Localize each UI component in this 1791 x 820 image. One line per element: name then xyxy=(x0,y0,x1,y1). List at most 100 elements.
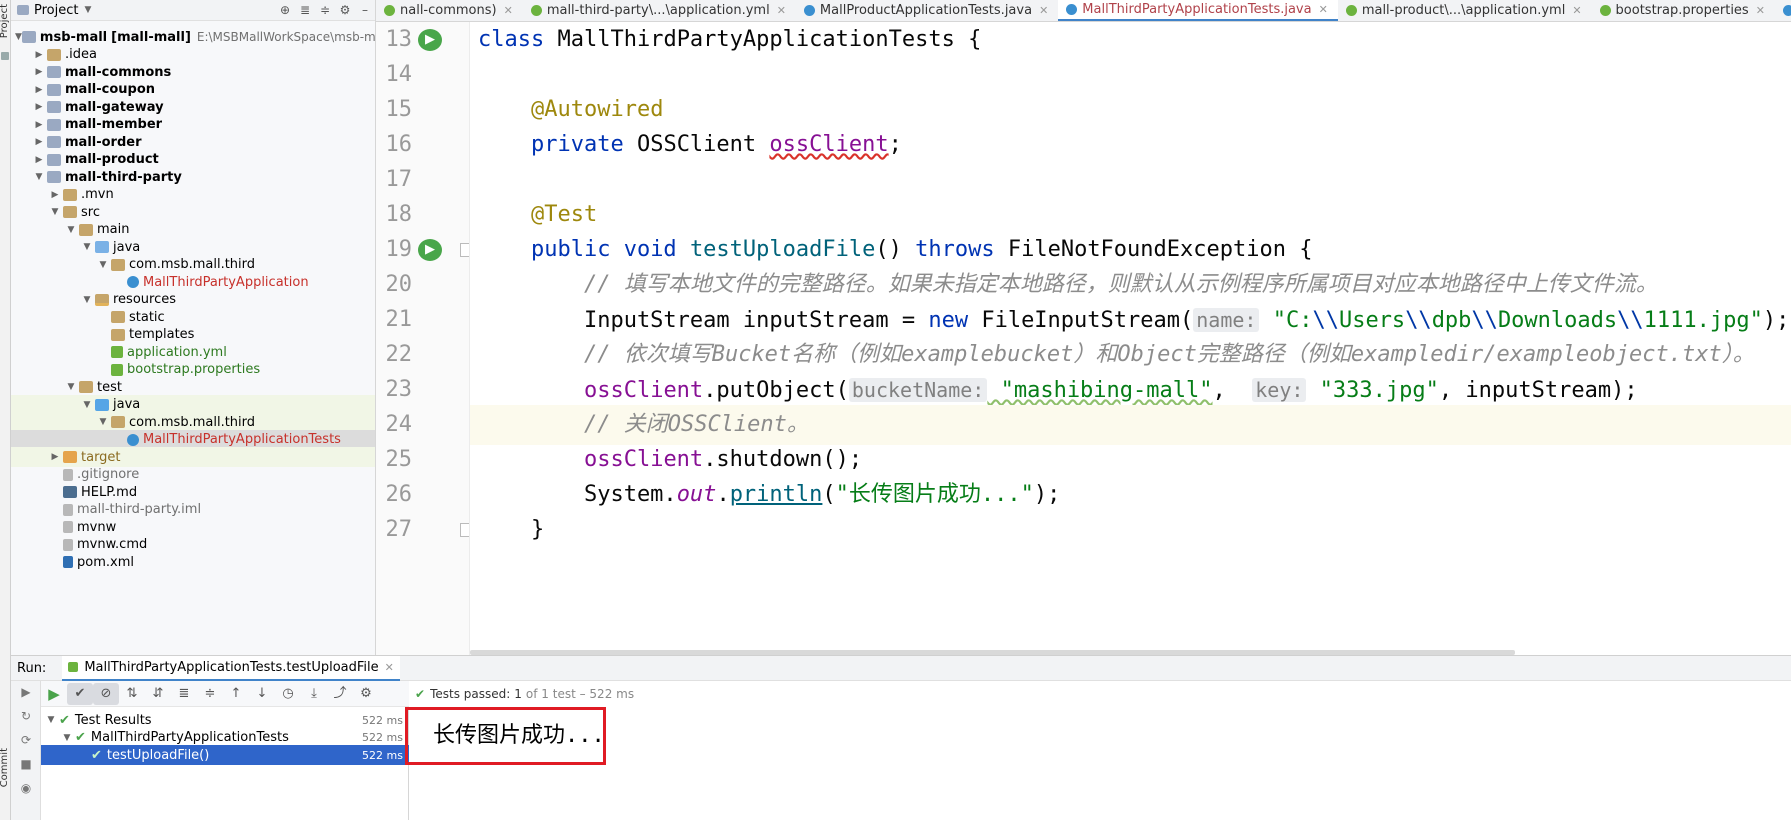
code-line[interactable]: System.out.println("长传图片成功..."); xyxy=(470,475,1791,515)
editor-tab[interactable]: bootstrap.properties ✕ xyxy=(1592,0,1775,21)
code-line[interactable]: InputStream inputStream = new FileInputS… xyxy=(470,300,1791,340)
minimize-icon[interactable]: – xyxy=(355,3,375,17)
run-config-tab[interactable]: MallThirdPartyApplicationTests.testUploa… xyxy=(62,655,400,681)
editor-tab[interactable]: MallThirdPartyApplicati xyxy=(1775,0,1791,21)
code-line[interactable]: @Autowired xyxy=(470,90,1791,130)
toggle-auto-test-icon[interactable]: ⟳ xyxy=(19,733,33,747)
chevron-down-icon[interactable]: ▼ xyxy=(59,733,75,743)
import-icon[interactable]: ⤓ xyxy=(301,683,327,705)
gear-icon[interactable]: ⚙ xyxy=(335,3,355,17)
collapse-all-icon[interactable]: ≑ xyxy=(197,683,223,705)
chevron-down-icon[interactable]: ▼ xyxy=(79,295,95,305)
editor-tab-label: bootstrap.properties xyxy=(1615,3,1749,18)
show-ignored-icon[interactable]: ⊘ xyxy=(93,682,119,705)
collapse-all-icon[interactable]: ≑ xyxy=(315,3,335,17)
code-token: // 填写本地文件的完整路径。如果未指定本地路径，则默认从示例程序所属项目对应本… xyxy=(583,272,1658,297)
code-line[interactable]: } xyxy=(470,510,1791,550)
check-icon: ✔ xyxy=(415,687,426,701)
code-line[interactable] xyxy=(470,55,1791,95)
commit-tool-tab[interactable]: Commit xyxy=(0,748,10,787)
editor-tab[interactable]: mall-third-party\...\application.yml ✕ xyxy=(523,0,796,21)
chevron-down-icon[interactable]: ▼ xyxy=(84,5,91,15)
chevron-down-icon[interactable]: ▼ xyxy=(95,417,111,427)
chevron-down-icon[interactable]: ▼ xyxy=(43,715,59,725)
chevron-down-icon[interactable]: ▼ xyxy=(31,172,47,182)
sort-duration-icon[interactable]: ⇵ xyxy=(145,683,171,705)
chevron-down-icon[interactable]: ▼ xyxy=(79,242,95,252)
chevron-down-icon[interactable]: ▼ xyxy=(95,260,111,270)
close-icon[interactable]: ✕ xyxy=(1039,4,1048,17)
locate-file-icon[interactable]: ⊕ xyxy=(275,3,295,17)
history-icon[interactable]: ◷ xyxy=(275,683,301,705)
run-test-gutter-icon[interactable]: ▶ xyxy=(418,29,442,51)
stop-icon[interactable]: ■ xyxy=(19,757,33,771)
console-output-pane[interactable]: 长传图片成功... xyxy=(409,707,1791,820)
close-icon[interactable]: ✕ xyxy=(1756,4,1765,17)
chevron-right-icon[interactable]: ▶ xyxy=(31,67,47,77)
chevron-right-icon[interactable]: ▶ xyxy=(31,120,47,130)
editor-tab[interactable]: mall-product\...\application.yml ✕ xyxy=(1338,0,1592,21)
gear-icon[interactable]: ⚙ xyxy=(353,683,379,705)
code-line[interactable]: // 填写本地文件的完整路径。如果未指定本地路径，则默认从示例程序所属项目对应本… xyxy=(470,265,1791,305)
chevron-right-icon[interactable]: ▶ xyxy=(31,102,47,112)
project-tool-tab[interactable]: Project xyxy=(0,4,10,38)
code-line[interactable]: // 依次填写Bucket名称（例如examplebucket）和Object完… xyxy=(470,335,1791,375)
chevron-right-icon[interactable]: ▶ xyxy=(47,190,63,200)
close-icon[interactable]: ✕ xyxy=(385,661,394,674)
fold-marker-icon[interactable] xyxy=(460,523,469,537)
run-icon[interactable]: ▶ xyxy=(41,683,67,705)
tree-item-label: mvnw xyxy=(77,519,117,535)
camera-icon[interactable]: ◉ xyxy=(19,781,33,795)
chevron-right-icon[interactable]: ▶ xyxy=(31,85,47,95)
structure-tool-icon[interactable] xyxy=(1,52,9,60)
chevron-down-icon[interactable]: ▼ xyxy=(15,32,22,42)
sort-alpha-icon[interactable]: ⇅ xyxy=(119,683,145,705)
next-icon[interactable]: ↓ xyxy=(249,683,275,705)
chevron-down-icon[interactable]: ▼ xyxy=(63,225,79,235)
code-line[interactable]: @Test xyxy=(470,195,1791,235)
line-number: 18 xyxy=(385,202,413,227)
expand-all-icon[interactable]: ≣ xyxy=(295,3,315,17)
cls-icon xyxy=(127,433,139,446)
code-line[interactable]: public void testUploadFile() throws File… xyxy=(470,230,1791,270)
chevron-down-icon[interactable]: ▼ xyxy=(47,207,63,217)
run-test-gutter-icon[interactable]: ▶ xyxy=(418,239,442,261)
folder-icon xyxy=(111,311,125,323)
show-passed-icon[interactable]: ✔ xyxy=(67,682,93,705)
fold-marker-icon[interactable] xyxy=(460,243,469,257)
rerun-failed-icon[interactable]: ↻ xyxy=(19,709,33,723)
code-line[interactable]: // 关闭OSSClient。 xyxy=(470,405,1791,445)
editor-tab[interactable]: MallThirdPartyApplicationTests.java ✕ xyxy=(1058,0,1338,21)
code-token: println xyxy=(729,482,823,507)
code-editor[interactable]: class MallThirdPartyApplicationTests { @… xyxy=(470,22,1791,655)
project-view-selector[interactable]: Project xyxy=(34,3,78,18)
code-line[interactable]: private OSSClient ossClient; xyxy=(470,125,1791,165)
chevron-down-icon[interactable]: ▼ xyxy=(63,382,79,392)
code-line[interactable]: ossClient.putObject(bucketName: "mashibi… xyxy=(470,370,1791,410)
close-icon[interactable]: ✕ xyxy=(504,4,513,17)
run-config-tab-label: MallThirdPartyApplicationTests.testUploa… xyxy=(84,659,379,675)
close-icon[interactable]: ✕ xyxy=(777,4,786,17)
tree-item-label: mall-order xyxy=(65,134,142,150)
tree-item[interactable]: pom.xml xyxy=(11,552,375,572)
test-result-row[interactable]: ✔ testUploadFile() 522 ms xyxy=(41,745,409,765)
code-token: class xyxy=(478,27,558,52)
close-icon[interactable]: ✕ xyxy=(1319,3,1328,16)
tree-item-label: mall-member xyxy=(65,117,163,132)
editor-tab[interactable]: nall-commons) ✕ xyxy=(376,0,523,21)
rerun-icon[interactable]: ▶ xyxy=(19,685,33,699)
expand-all-icon[interactable]: ≣ xyxy=(171,683,197,705)
export-icon[interactable]: ⤴ xyxy=(327,683,353,705)
chevron-right-icon[interactable]: ▶ xyxy=(31,50,47,60)
chevron-down-icon[interactable]: ▼ xyxy=(79,400,95,410)
code-line[interactable]: ossClient.shutdown(); xyxy=(470,440,1791,480)
code-line[interactable] xyxy=(470,160,1791,200)
chevron-right-icon[interactable]: ▶ xyxy=(31,155,47,165)
editor-tab[interactable]: MallProductApplicationTests.java ✕ xyxy=(796,0,1058,21)
chevron-right-icon[interactable]: ▶ xyxy=(31,137,47,147)
previous-icon[interactable]: ↑ xyxy=(223,683,249,705)
close-icon[interactable]: ✕ xyxy=(1572,4,1581,17)
chevron-right-icon[interactable]: ▶ xyxy=(47,452,63,462)
